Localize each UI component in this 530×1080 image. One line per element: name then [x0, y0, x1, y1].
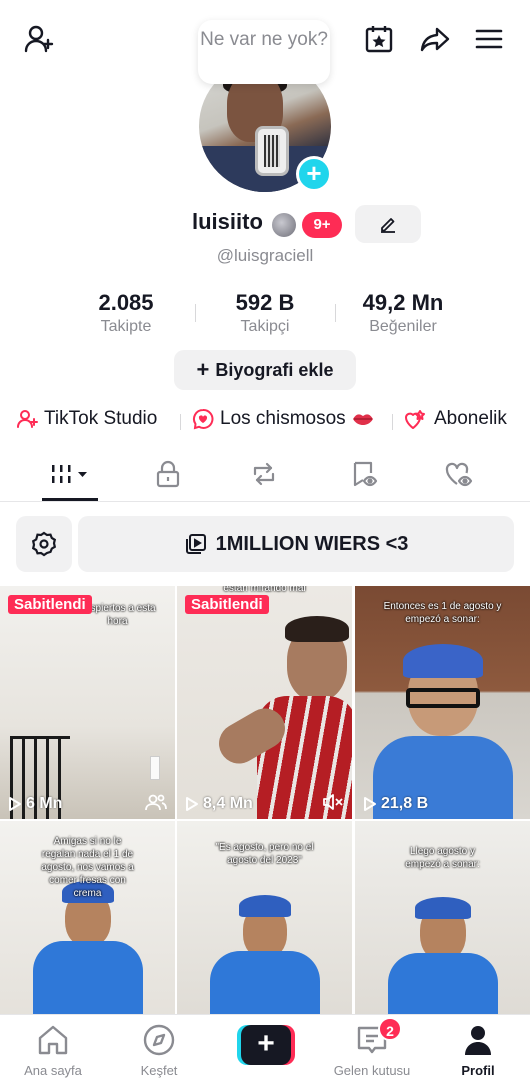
profile-username: luisiito	[192, 209, 263, 234]
tab-favorites[interactable]	[329, 456, 399, 492]
nav-inbox[interactable]: Gelen kutusu	[322, 1023, 422, 1078]
link-label: Abonelik	[434, 408, 507, 429]
heart-eye-icon	[445, 462, 473, 487]
plus-icon: +	[241, 1025, 291, 1065]
play-icon	[9, 797, 21, 811]
pinned-badge: Sabitlendi	[8, 595, 92, 614]
video-caption: Entonces es 1 de agosto y empezó a sonar…	[383, 601, 502, 625]
inbox-badge: 2	[378, 1017, 402, 1041]
profile-icon	[465, 1026, 491, 1055]
user-plus-icon	[17, 410, 38, 428]
compass-icon	[143, 1024, 175, 1056]
nav-discover-label: Keşfet	[140, 1063, 178, 1078]
video-grid: despiertos a esta hora Sabitlendi 6 Mn e…	[0, 586, 530, 1014]
mute-icon	[323, 794, 343, 810]
view-count: 21,8 B	[363, 795, 428, 813]
stat-likes-label: Beğeniler	[369, 318, 437, 335]
bookmark-eye-icon	[353, 461, 378, 487]
pencil-icon	[381, 218, 395, 233]
video-caption: "Es agosto, pero no el agosto del 2023"	[215, 842, 314, 866]
link-label: Los chismosos	[220, 408, 346, 429]
divider	[180, 414, 181, 430]
video-thumbnail[interactable]: Entonces es 1 de agosto y empezó a sonar…	[355, 586, 530, 819]
video-thumbnail[interactable]: estan mirando mal Sabitlendi 8,4 Mn	[177, 586, 352, 819]
nav-inbox-label: Gelen kutusu	[333, 1063, 411, 1078]
view-count: 8,4 Mn	[185, 795, 253, 813]
name-row: luisiito 9+	[0, 205, 530, 243]
nav-profile-label: Profil	[461, 1063, 495, 1078]
add-friend-icon[interactable]	[22, 22, 56, 56]
nav-home[interactable]: Ana sayfa	[3, 1023, 103, 1078]
profile-stats: 2.085 Takipte 592 B Takipçi 49,2 Mn Beğe…	[0, 290, 530, 340]
lock-icon	[156, 460, 180, 488]
lips-icon	[352, 414, 373, 425]
chat-heart-icon	[192, 408, 214, 430]
video-caption: Amigas si no le regalan nada el 1 de ago…	[41, 836, 134, 899]
add-story-icon[interactable]: +	[296, 156, 332, 192]
collection-icon	[185, 534, 206, 554]
nav-profile[interactable]: Profil	[428, 1023, 528, 1078]
gear-icon	[31, 531, 57, 557]
stat-following[interactable]: 2.085 Takipte	[56, 290, 196, 336]
collection-label: 1MILLION WIERS <3	[215, 532, 409, 555]
notification-badge[interactable]: 9+	[302, 212, 342, 238]
stat-followers-label: Takipçi	[240, 318, 290, 335]
pinned-badge: Sabitlendi	[185, 595, 269, 614]
profile-links: TikTok Studio Los chismosos Abonelik	[0, 404, 530, 434]
divider	[392, 414, 393, 430]
link-los-chismosos[interactable]: Los chismosos	[192, 408, 374, 430]
home-icon	[38, 1025, 68, 1055]
link-label: TikTok Studio	[44, 408, 158, 429]
plus-icon: +	[196, 357, 210, 382]
video-caption: estan mirando mal	[223, 586, 306, 594]
moon-emoji-icon	[272, 213, 296, 237]
calendar-star-icon[interactable]	[362, 22, 396, 56]
status-bubble[interactable]: Ne var ne yok?	[198, 20, 330, 84]
active-tab-indicator	[42, 498, 98, 501]
add-bio-label: Biyografi ekle	[215, 359, 334, 380]
menu-icon[interactable]	[472, 22, 506, 56]
video-caption: Llego agosto y empezó a sonar:	[405, 846, 480, 870]
video-thumbnail[interactable]: "Es agosto, pero no el agosto del 2023"	[177, 821, 352, 1014]
collection-button[interactable]: 1MILLION WIERS <3	[78, 516, 514, 572]
share-icon[interactable]	[418, 22, 452, 56]
edit-profile-button[interactable]	[355, 205, 421, 243]
stat-following-value: 2.085	[98, 290, 154, 315]
grid-icon	[52, 465, 87, 483]
nav-discover[interactable]: Keşfet	[109, 1023, 209, 1078]
play-icon	[364, 797, 376, 811]
tab-private[interactable]	[133, 456, 203, 492]
nav-home-label: Ana sayfa	[24, 1063, 82, 1078]
repost-icon	[253, 462, 275, 486]
stat-followers[interactable]: 592 B Takipçi	[195, 290, 335, 336]
view-count: 6 Mn	[8, 795, 62, 813]
profile-handle: @luisgraciell	[216, 246, 314, 265]
link-abonelik[interactable]: Abonelik	[404, 408, 507, 430]
tab-videos[interactable]	[35, 456, 105, 492]
friends-icon	[145, 794, 167, 811]
stat-likes-value: 49,2 Mn	[362, 290, 444, 315]
add-bio-button[interactable]: + Biyografi ekle	[174, 350, 356, 390]
stat-followers-value: 592 B	[235, 290, 295, 315]
video-thumbnail[interactable]: Amigas si no le regalan nada el 1 de ago…	[0, 821, 175, 1014]
video-thumbnail[interactable]: Llego agosto y empezó a sonar:	[355, 821, 530, 1014]
video-thumbnail[interactable]: despiertos a esta hora Sabitlendi 6 Mn	[0, 586, 175, 819]
stat-following-label: Takipte	[100, 318, 152, 335]
collection-settings-button[interactable]	[16, 516, 72, 572]
tab-liked[interactable]	[424, 456, 494, 492]
play-icon	[186, 797, 198, 811]
link-tiktok-studio[interactable]: TikTok Studio	[16, 408, 157, 430]
bottom-navigation: Ana sayfa Keşfet + Gelen kutusu 2 Profil	[0, 1014, 530, 1080]
create-button[interactable]: +	[237, 1025, 295, 1065]
profile-tabs	[0, 448, 530, 502]
stat-likes[interactable]: 49,2 Mn Beğeniler	[333, 290, 473, 336]
hearts-icon	[405, 410, 425, 429]
tab-reposts[interactable]	[229, 456, 299, 492]
